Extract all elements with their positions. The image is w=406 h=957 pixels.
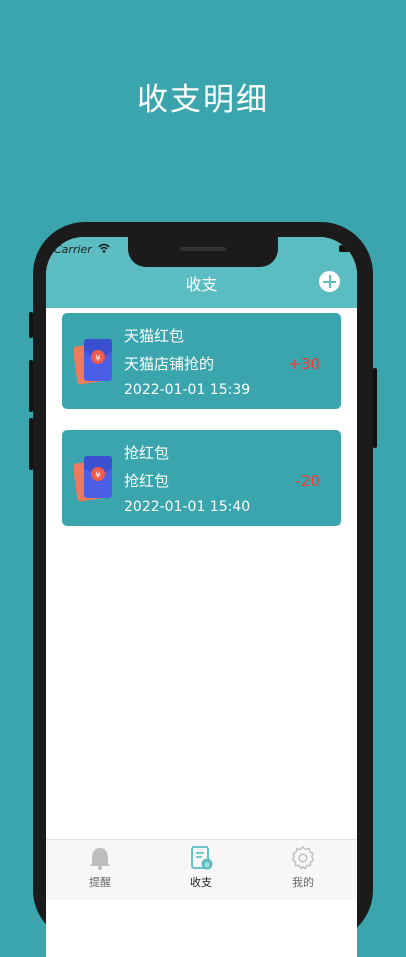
power-button	[373, 368, 377, 448]
record-amount: +30	[288, 355, 320, 373]
app-screen: Carrier 收支 ¥ 天猫红包 天猫店铺抢的 2022-01-01 15:3…	[46, 237, 357, 957]
page-title: 收支	[185, 275, 218, 294]
ledger-icon: e	[191, 846, 213, 870]
notch	[128, 237, 278, 267]
carrier-label: Carrier	[54, 243, 92, 256]
red-packet-icon: ¥	[74, 339, 112, 385]
record-title: 天猫红包	[124, 327, 185, 345]
volume-up-button	[29, 360, 33, 412]
nav-header: Carrier 收支	[46, 237, 357, 308]
tab-bar: 提醒 e 收支 我的	[46, 839, 357, 900]
record-title: 抢红包	[124, 444, 170, 462]
volume-down-button	[29, 418, 33, 470]
speaker-grille	[180, 247, 226, 251]
gear-icon	[291, 846, 315, 870]
record-note: 抢红包	[124, 472, 170, 490]
promo-title: 收支明细	[137, 82, 269, 118]
bell-icon	[90, 848, 110, 870]
record-card[interactable]: ¥ 抢红包 抢红包 2022-01-01 15:40 -20	[62, 430, 341, 526]
wifi-icon	[98, 243, 110, 253]
battery-icon	[339, 245, 353, 252]
svg-text:¥: ¥	[95, 471, 101, 481]
record-amount: -20	[295, 472, 321, 490]
tab-mine[interactable]: 我的	[263, 840, 343, 892]
mute-switch	[29, 312, 33, 338]
red-packet-icon: ¥	[74, 456, 112, 502]
svg-text:e: e	[205, 860, 210, 869]
record-datetime: 2022-01-01 15:39	[124, 382, 251, 398]
record-card[interactable]: ¥ 天猫红包 天猫店铺抢的 2022-01-01 15:39 +30	[62, 313, 341, 409]
record-note: 天猫店铺抢的	[124, 355, 215, 373]
add-record-button[interactable]	[319, 271, 340, 292]
svg-text:¥: ¥	[95, 354, 101, 364]
tab-ledger[interactable]: e 收支	[161, 840, 241, 892]
phone-frame: Carrier 收支 ¥ 天猫红包 天猫店铺抢的 2022-01-01 15:3…	[29, 222, 377, 957]
tab-remind[interactable]: 提醒	[60, 840, 140, 892]
record-datetime: 2022-01-01 15:40	[124, 499, 251, 515]
